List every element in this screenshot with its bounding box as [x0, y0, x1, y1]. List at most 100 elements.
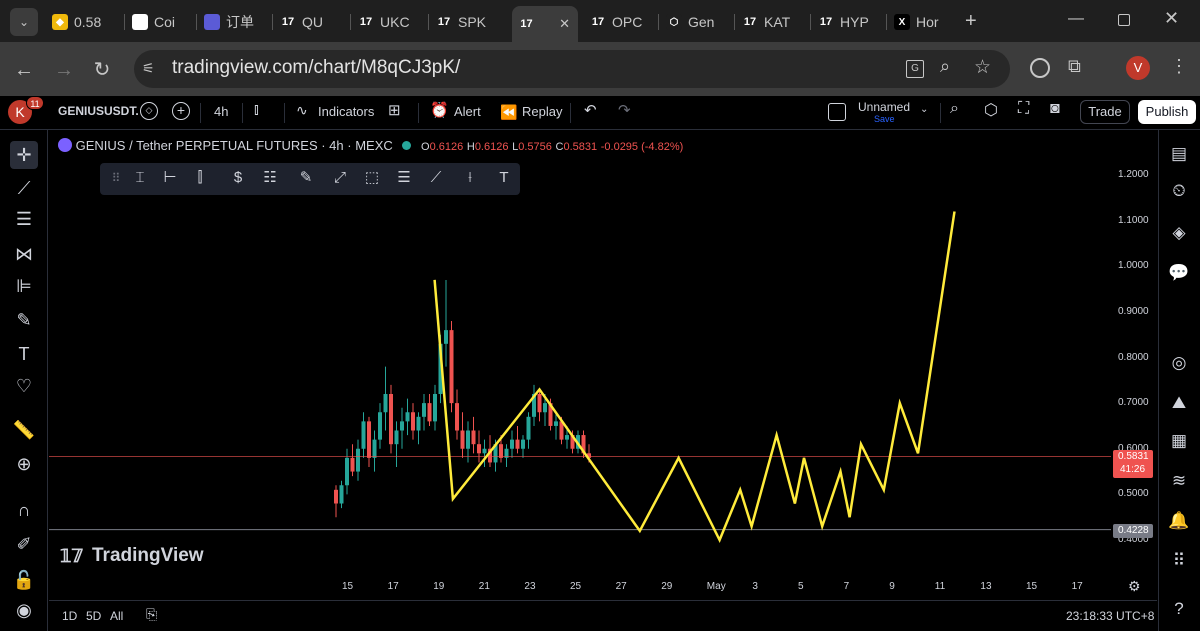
translate-icon[interactable]: G: [906, 60, 924, 78]
browser-tab[interactable]: ⬡Gen: [666, 8, 728, 36]
lock-icon[interactable]: 🔓: [10, 566, 38, 594]
ruler-icon[interactable]: 📏: [10, 416, 38, 444]
rectangle-icon[interactable]: ⬚: [360, 166, 384, 190]
settings-gear-icon[interactable]: ⬡: [984, 100, 998, 120]
layout-checkbox-icon[interactable]: [828, 103, 846, 121]
layout-dropdown-icon[interactable]: ⌄: [920, 104, 928, 115]
ray-icon[interactable]: ⤢: [328, 166, 352, 190]
text-icon[interactable]: T: [10, 340, 38, 368]
magnet-icon[interactable]: ∩: [10, 496, 38, 524]
site-info-icon[interactable]: ⚟: [142, 60, 155, 77]
pattern-icon[interactable]: ⋈: [10, 240, 38, 268]
new-tab-button[interactable]: +: [965, 10, 977, 33]
legend-title[interactable]: GENIUS / Tether PERPETUAL FUTURES · 4h ·…: [76, 138, 393, 153]
target-icon[interactable]: ◎: [1166, 350, 1192, 376]
chat-icon[interactable]: 💬: [1166, 260, 1192, 286]
url-text[interactable]: tradingview.com/chart/M8qCJ3pK/: [172, 57, 460, 79]
bars-pattern-icon[interactable]: ⫿: [188, 166, 212, 190]
menu-kebab-icon[interactable]: ⋮: [1170, 56, 1188, 77]
yellow-projection-path[interactable]: [435, 212, 955, 541]
browser-tab[interactable]: 17✕: [512, 6, 578, 42]
quick-search-icon[interactable]: ⌕: [950, 100, 959, 118]
forward-arrow-icon[interactable]: →: [52, 58, 76, 82]
reload-icon[interactable]: ↻: [90, 58, 114, 82]
browser-tab[interactable]: Coi: [132, 8, 190, 36]
replay-button[interactable]: Replay: [522, 104, 562, 119]
range-all[interactable]: All: [110, 609, 123, 623]
browser-tab[interactable]: 17UKC: [358, 8, 418, 36]
close-tab-icon[interactable]: ✕: [559, 16, 570, 32]
trendline-icon[interactable]: ⟋: [10, 174, 38, 202]
date-range-icon[interactable]: ⊢: [158, 166, 182, 190]
help-icon[interactable]: ?: [1166, 596, 1192, 622]
drag-handle-icon[interactable]: ⠿: [104, 166, 128, 190]
trade-button[interactable]: Trade: [1080, 100, 1130, 124]
restore-button[interactable]: [1118, 14, 1130, 26]
ideas-icon[interactable]: ⛰: [1166, 390, 1192, 416]
templates-icon[interactable]: ⊞: [388, 101, 401, 119]
bookmark-star-icon[interactable]: ☆: [974, 56, 991, 79]
brush-tool-icon[interactable]: ✎: [294, 166, 318, 190]
browser-tab[interactable]: ◆0.58: [52, 8, 112, 36]
browser-tab[interactable]: 17QU: [280, 8, 340, 36]
diamond-icon[interactable]: ◇: [140, 102, 158, 120]
back-arrow-icon[interactable]: ←: [12, 58, 36, 82]
fullscreen-icon[interactable]: ⛶: [1018, 100, 1029, 118]
browser-tab[interactable]: 17KAT: [742, 8, 802, 36]
range-5d[interactable]: 5D: [86, 609, 101, 623]
path-tool-icon[interactable]: ⟊: [458, 166, 482, 190]
lock-drawing-icon[interactable]: ✐: [10, 530, 38, 558]
layout-name[interactable]: Unnamed: [858, 100, 910, 114]
zoom-icon[interactable]: ⌕: [940, 56, 950, 77]
profile-avatar[interactable]: V: [1126, 56, 1150, 80]
alert-button[interactable]: Alert: [454, 104, 481, 119]
undo-icon[interactable]: ↶: [584, 101, 597, 119]
eye-icon[interactable]: ◉: [10, 596, 38, 624]
parallel-channel-icon[interactable]: ☰: [392, 166, 416, 190]
browser-tab[interactable]: 17HYP: [818, 8, 882, 36]
range-1d[interactable]: 1D: [62, 609, 77, 623]
apps-grid-icon[interactable]: ⠿: [1166, 548, 1192, 574]
price-label-icon[interactable]: $: [226, 166, 250, 190]
position-icon[interactable]: ⊫: [10, 272, 38, 300]
goto-date-icon[interactable]: ⎘: [146, 606, 157, 623]
line-tool-icon[interactable]: ⟋: [424, 166, 448, 190]
redo-icon[interactable]: ↷: [618, 101, 631, 119]
axis-settings-icon[interactable]: ⚙: [1128, 578, 1141, 595]
alert-clock-icon[interactable]: ⏰: [430, 101, 449, 119]
signal-icon[interactable]: ≋: [1166, 468, 1192, 494]
calendar-icon[interactable]: ▦: [1166, 428, 1192, 454]
symbol-label[interactable]: GENIUSUSDT.: [58, 104, 139, 118]
brush-icon[interactable]: ✎: [10, 306, 38, 334]
notification-bell-icon[interactable]: 🔔: [1166, 508, 1192, 534]
minimize-button[interactable]: —: [1068, 10, 1084, 28]
close-window-button[interactable]: ✕: [1164, 8, 1179, 29]
layers-icon[interactable]: ◈: [1166, 220, 1192, 246]
publish-button[interactable]: Publish: [1138, 100, 1196, 124]
browser-tab[interactable]: XHor: [894, 8, 950, 36]
interval-button[interactable]: 4h: [214, 104, 228, 119]
replay-icon[interactable]: ⏪: [500, 104, 517, 121]
camera-icon[interactable]: ◙: [1050, 100, 1060, 118]
indicators-icon[interactable]: ∿: [296, 102, 308, 119]
text-tool-icon[interactable]: T: [492, 166, 516, 190]
browser-tab[interactable]: 17OPC: [590, 8, 650, 36]
clock-time[interactable]: 23:18:33 UTC+8: [1066, 609, 1154, 623]
price-chart[interactable]: [49, 130, 1157, 600]
browser-tab[interactable]: 17SPK: [436, 8, 496, 36]
compare-add-icon[interactable]: +: [172, 102, 190, 120]
zoom-in-icon[interactable]: ⊕: [10, 450, 38, 478]
candle-style-icon[interactable]: ⫾: [254, 101, 259, 118]
heart-icon[interactable]: ♡: [10, 372, 38, 400]
vertical-line-icon[interactable]: ⌶: [128, 166, 152, 190]
browser-tab[interactable]: 订单: [204, 8, 264, 36]
alerts-clock-icon[interactable]: ⏲: [1166, 178, 1192, 204]
save-label[interactable]: Save: [874, 114, 895, 124]
puzzle-icon[interactable]: ⧉: [1068, 56, 1081, 77]
tab-search-button[interactable]: ⌄: [10, 8, 38, 36]
callout-icon[interactable]: ☷: [258, 166, 282, 190]
extension-icon[interactable]: [1030, 58, 1050, 78]
watchlist-icon[interactable]: ▤: [1166, 141, 1192, 167]
crosshair-icon[interactable]: ✛: [10, 141, 38, 169]
fib-retracement-icon[interactable]: ☰: [10, 205, 38, 233]
